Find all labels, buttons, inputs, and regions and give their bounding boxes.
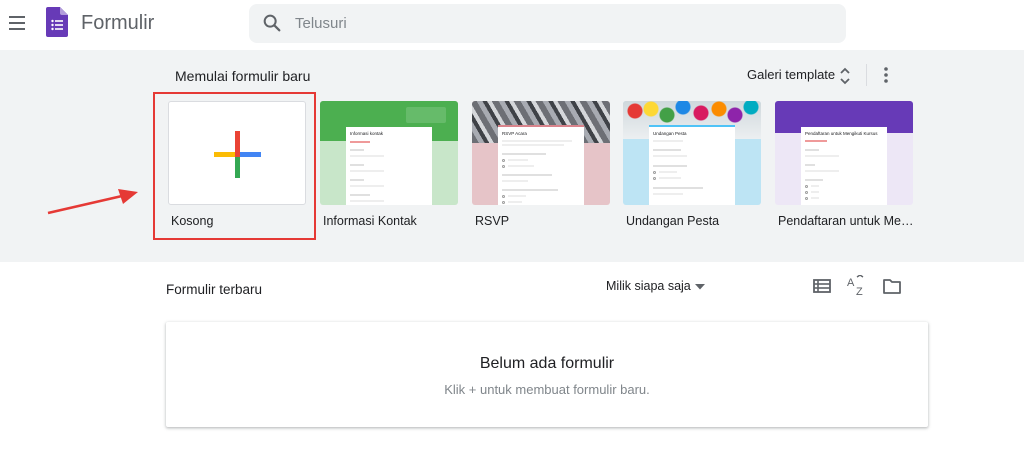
sheet-title: Informasi kontak [350, 131, 384, 136]
forms-app: Formulir Memulai formulir baru Galeri te… [0, 0, 1024, 457]
template-contact-info[interactable]: Informasi kontak [320, 101, 458, 205]
svg-text:Z: Z [856, 286, 863, 297]
section-title: Memulai formulir baru [175, 68, 311, 84]
template-course-registration[interactable]: Pendaftaran untuk Mengikuti Kursus [775, 101, 913, 205]
template-rsvp[interactable]: RSVP Acara [472, 101, 610, 205]
template-gallery-button[interactable]: Galeri template [747, 67, 835, 82]
plus-icon [214, 131, 261, 178]
divider [866, 64, 867, 86]
unfold-icon[interactable] [838, 67, 852, 85]
forms-logo-icon[interactable] [46, 7, 68, 37]
owner-filter-dropdown[interactable]: Milik siapa saja [606, 279, 691, 293]
more-vert-icon[interactable] [879, 65, 893, 85]
sheet-title: Pendaftaran untuk Mengikuti Kursus [805, 131, 878, 136]
search-input[interactable] [295, 10, 825, 36]
sort-az-icon[interactable]: A Z [847, 275, 867, 297]
template-label[interactable]: Informasi Kontak [323, 214, 461, 228]
sheet-title: RSVP Acara [502, 131, 527, 136]
empty-state-card: Belum ada formulir Klik + untuk membuat … [166, 322, 928, 427]
start-new-form-section: Memulai formulir baru Galeri template Ko… [0, 50, 1024, 262]
empty-state-subtitle: Klik + untuk membuat formulir baru. [444, 382, 650, 397]
search-icon[interactable] [261, 12, 283, 34]
arrow-annotation [47, 189, 138, 215]
template-blank[interactable] [168, 101, 306, 205]
template-label[interactable]: RSVP [475, 214, 613, 228]
top-bar: Formulir [0, 0, 1024, 48]
search-bar[interactable] [249, 4, 846, 43]
recent-forms-title: Formulir terbaru [166, 282, 263, 297]
template-label[interactable]: Pendaftaran untuk Me… [778, 214, 912, 228]
template-party-invite[interactable]: Undangan Pesta [623, 101, 761, 205]
folder-icon[interactable] [882, 277, 902, 295]
app-title[interactable]: Formulir [81, 12, 154, 35]
dropdown-caret-icon[interactable] [695, 284, 705, 290]
template-label[interactable]: Undangan Pesta [626, 214, 764, 228]
empty-state-title: Belum ada formulir [479, 355, 615, 372]
menu-icon[interactable] [6, 12, 30, 34]
sheet-title: Undangan Pesta [653, 131, 687, 136]
list-view-icon[interactable] [812, 276, 832, 296]
svg-text:A: A [847, 277, 855, 289]
template-label[interactable]: Kosong [171, 214, 306, 228]
